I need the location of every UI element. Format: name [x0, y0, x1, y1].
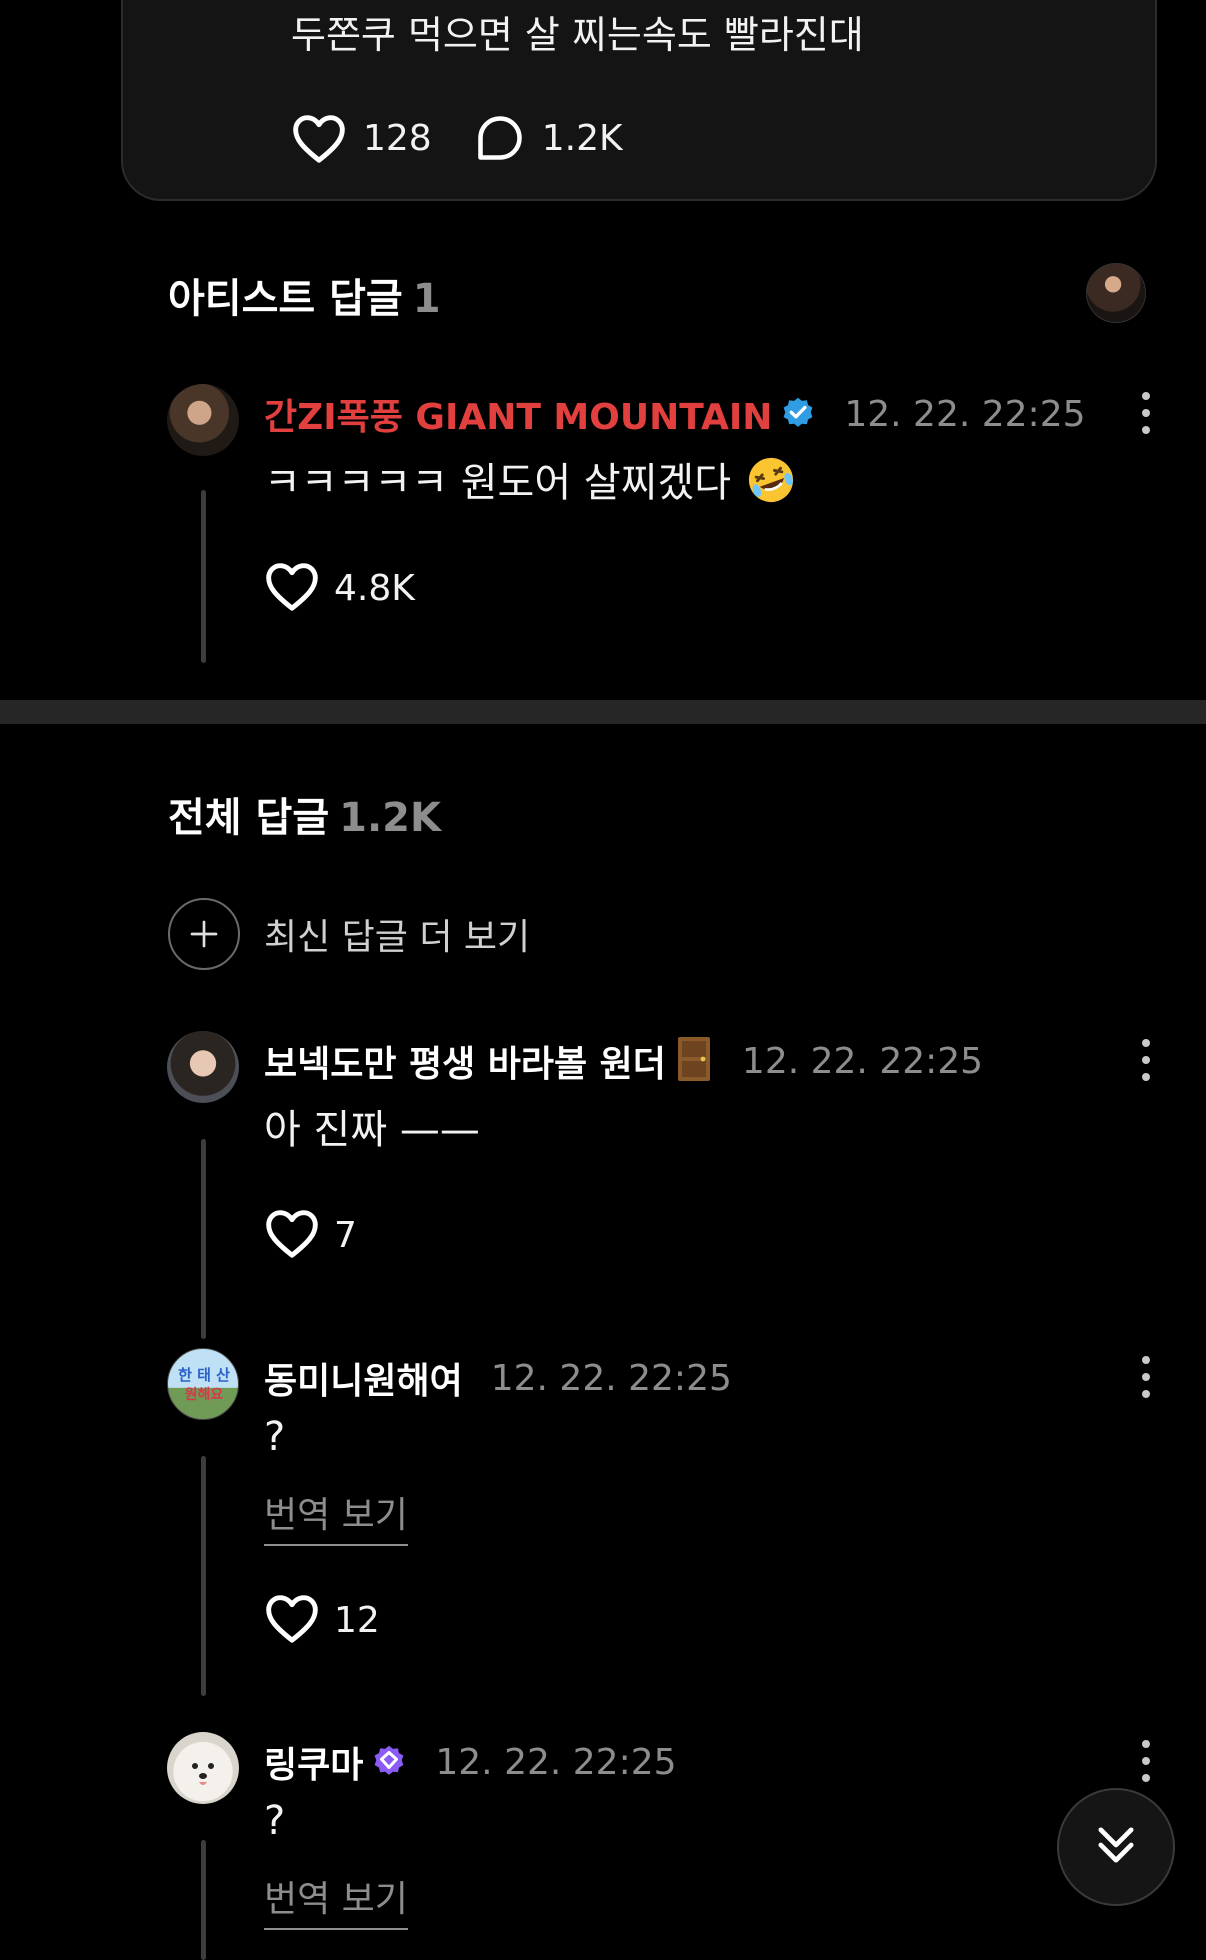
reply-like-button[interactable]: 12	[264, 1592, 380, 1648]
more-icon[interactable]	[1140, 1039, 1152, 1081]
reply-author-name[interactable]: 동미니원해여	[264, 1352, 463, 1404]
heart-icon	[264, 560, 320, 616]
verified-badge-icon	[780, 394, 816, 434]
dog-avatar-art	[192, 1763, 214, 1785]
all-replies-count: 1.2K	[339, 795, 441, 841]
reply-header: 간ZI폭풍 GIANT MOUNTAIN 12. 22. 22:25	[264, 388, 1086, 440]
reply-header: 링쿠마 12. 22. 22:25	[264, 1736, 677, 1788]
reply-timestamp: 12. 22. 22:25	[490, 1357, 732, 1399]
comment-icon	[474, 112, 526, 164]
reply-like-count: 7	[334, 1214, 357, 1256]
all-replies-label: 전체 답글	[168, 795, 330, 841]
post-card[interactable]: 두쫀쿠 먹으면 살 찌는속도 빨라진대 128 1.2K	[121, 0, 1157, 201]
more-icon[interactable]	[1140, 1740, 1152, 1782]
avatar[interactable]	[167, 384, 239, 456]
heart-icon	[264, 1207, 320, 1263]
heart-icon	[291, 112, 347, 164]
artist-replies-count: 1	[412, 276, 441, 322]
heart-icon	[264, 1592, 320, 1648]
avatar-text-top: 한 태 산	[178, 1366, 230, 1384]
reply-like-count: 4.8K	[334, 567, 415, 609]
thread-line	[201, 1840, 206, 1960]
reply-text: ?	[264, 1798, 286, 1844]
more-icon[interactable]	[1140, 392, 1152, 434]
reply-timestamp: 12. 22. 22:25	[435, 1741, 677, 1783]
post-comment-count: 1.2K	[541, 117, 623, 159]
reply-timestamp: 12. 22. 22:25	[741, 1040, 984, 1082]
reply-text-row: ㅋㅋㅋㅋㅋ 원도어 살찌겠다	[264, 450, 797, 516]
avatar-art: 한 태 산 원해요	[178, 1366, 230, 1403]
reply-text: 아 진짜 ——	[264, 1107, 480, 1153]
thread-line	[201, 1139, 206, 1339]
avatar-text-bottom: 원해요	[185, 1387, 224, 1403]
reply-like-count: 12	[334, 1599, 380, 1641]
translate-link[interactable]: 번역 보기	[264, 1870, 408, 1930]
post-text: 두쫀쿠 먹으면 살 찌는속도 빨라진대	[291, 13, 864, 57]
reply-header: 보넥도만 평생 바라볼 원더 12. 22. 22:25	[264, 1035, 983, 1087]
door-emoji	[674, 1035, 714, 1087]
thread-line	[201, 1456, 206, 1696]
all-replies-title: 전체 답글 1.2K	[168, 785, 441, 843]
reply-text: ?	[264, 1414, 286, 1460]
reply-author-name[interactable]: 보넥도만 평생 바라볼 원더	[264, 1035, 666, 1087]
plus-icon	[168, 898, 240, 970]
reply-timestamp: 12. 22. 22:25	[844, 393, 1086, 435]
reply-like-button[interactable]: 4.8K	[264, 560, 415, 616]
reply-author-name[interactable]: 간ZI폭풍 GIANT MOUNTAIN	[264, 388, 772, 440]
avatar[interactable]	[167, 1031, 239, 1103]
reply-like-button[interactable]: 7	[264, 1207, 357, 1263]
avatar[interactable]	[167, 1732, 239, 1804]
laughing-emoji	[745, 454, 797, 516]
translate-link[interactable]: 번역 보기	[264, 1486, 408, 1546]
reply-text: ㅋㅋㅋㅋㅋ 원도어 살찌겠다	[264, 460, 732, 506]
section-divider	[0, 700, 1206, 724]
more-icon[interactable]	[1140, 1356, 1152, 1398]
artist-replies-label: 아티스트 답글	[168, 276, 403, 322]
reply-header: 동미니원해여 12. 22. 22:25	[264, 1352, 732, 1404]
scroll-to-bottom-button[interactable]	[1057, 1788, 1175, 1906]
artist-avatar-thumb[interactable]	[1086, 263, 1146, 323]
load-more-replies-button[interactable]: 최신 답글 더 보기	[168, 898, 530, 970]
scroll-down-icon	[1090, 1819, 1142, 1875]
thread-line	[201, 490, 206, 663]
load-more-label: 최신 답글 더 보기	[264, 917, 531, 958]
post-actions: 128 1.2K	[291, 112, 665, 164]
post-like-count: 128	[363, 117, 432, 159]
verified-badge-icon	[371, 1742, 407, 1782]
post-like-button[interactable]: 128	[291, 112, 432, 164]
post-comment-button[interactable]: 1.2K	[474, 112, 623, 164]
avatar[interactable]: 한 태 산 원해요	[167, 1348, 239, 1420]
artist-replies-title: 아티스트 답글 1	[168, 266, 441, 324]
reply-author-name[interactable]: 링쿠마	[264, 1736, 363, 1788]
